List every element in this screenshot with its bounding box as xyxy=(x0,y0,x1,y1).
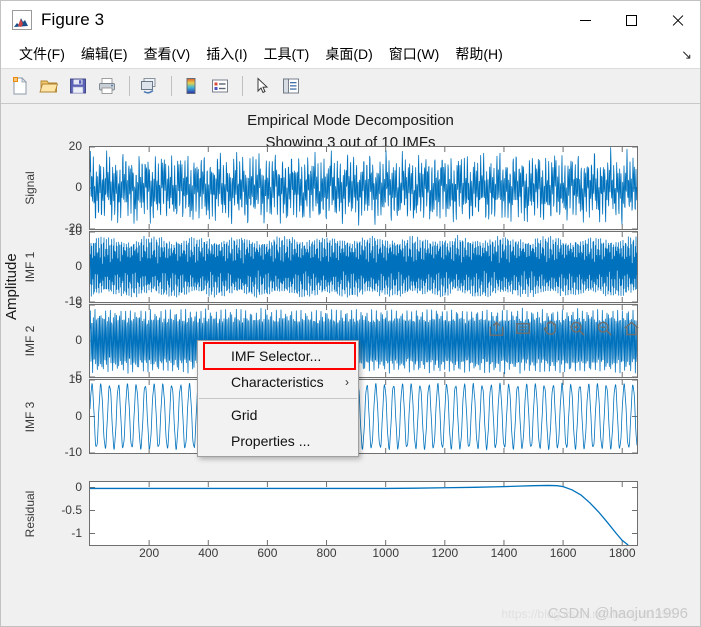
subplot-signal[interactable] xyxy=(89,146,638,230)
print-figure-icon[interactable] xyxy=(94,73,120,99)
menu-help[interactable]: 帮助(H) xyxy=(447,41,510,67)
data-line xyxy=(90,382,637,451)
data-line xyxy=(90,147,637,226)
open-file-icon[interactable] xyxy=(36,73,62,99)
xtick-label: 1000 xyxy=(372,546,400,560)
ylabel-imf-2: IMF 2 xyxy=(23,325,37,357)
pan-hand-icon[interactable] xyxy=(538,316,562,340)
ylabel-signal: Signal xyxy=(23,171,37,205)
xtick-label: 1200 xyxy=(431,546,459,560)
zoom-out-icon[interactable] xyxy=(592,316,616,340)
minimize-icon xyxy=(579,19,591,21)
ylabel-imf-1: IMF 1 xyxy=(23,251,37,283)
ctx-characteristics[interactable]: Characteristics › xyxy=(198,369,358,395)
axis-label-amplitude: Amplitude xyxy=(3,253,20,320)
xtick-label: 400 xyxy=(198,546,219,560)
ytick-label: 20 xyxy=(68,139,82,153)
title-bar: Figure 3 xyxy=(1,1,700,39)
data-line xyxy=(90,234,637,298)
ytick-label: -10 xyxy=(64,445,82,459)
context-menu-separator xyxy=(199,398,357,399)
minimize-button[interactable] xyxy=(562,1,608,39)
restore-home-icon[interactable] xyxy=(619,316,643,340)
subplot-residual[interactable] xyxy=(89,481,638,546)
xtick-label: 200 xyxy=(139,546,160,560)
ytick-label: 10 xyxy=(68,224,82,238)
menu-expander-icon[interactable]: ↘ xyxy=(681,47,692,63)
xtick-label: 800 xyxy=(316,546,337,560)
ctx-characteristics-label: Characteristics xyxy=(231,374,324,390)
toolbar-separator xyxy=(129,76,130,96)
link-plot-icon[interactable] xyxy=(136,73,162,99)
menu-file[interactable]: 文件(F) xyxy=(11,41,73,67)
new-figure-icon[interactable] xyxy=(7,73,33,99)
toolbar-separator xyxy=(242,76,243,96)
chevron-right-icon: › xyxy=(345,375,349,389)
ctx-properties[interactable]: Properties ... xyxy=(198,428,358,454)
ytick-label: -1 xyxy=(71,525,82,540)
subplot-imf-1[interactable] xyxy=(89,231,638,303)
export-icon[interactable] xyxy=(484,316,508,340)
plot-browser-icon[interactable] xyxy=(278,73,304,99)
ytick-label: 0 xyxy=(75,408,82,423)
maximize-button[interactable] xyxy=(608,1,654,39)
zoom-in-icon[interactable] xyxy=(565,316,589,340)
save-figure-icon[interactable] xyxy=(65,73,91,99)
ctx-grid[interactable]: Grid xyxy=(198,402,358,428)
matlab-figure-icon xyxy=(12,10,32,30)
data-line xyxy=(90,484,629,545)
ytick-label: 0 xyxy=(75,333,82,347)
axes-toolbar xyxy=(484,315,643,341)
ylabel-residual: Residual xyxy=(23,490,37,537)
close-icon xyxy=(671,14,684,27)
menu-window[interactable]: 窗口(W) xyxy=(381,41,448,67)
figure-window: Figure 3 文件(F) 编辑(E) 查看(V) 插入(I) 工具(T) 桌… xyxy=(0,0,701,627)
datatip-icon[interactable] xyxy=(511,316,535,340)
legend-icon[interactable] xyxy=(207,73,233,99)
menu-desktop[interactable]: 桌面(D) xyxy=(317,41,380,67)
edit-plot-pointer-icon[interactable] xyxy=(249,73,275,99)
ytick-label: 0 xyxy=(75,259,82,273)
ylabel-imf-3: IMF 3 xyxy=(23,401,37,432)
ytick-label: 5 xyxy=(75,297,82,311)
menu-bar: 文件(F) 编辑(E) 查看(V) 插入(I) 工具(T) 桌面(D) 窗口(W… xyxy=(1,39,700,68)
menu-tools[interactable]: 工具(T) xyxy=(255,41,317,67)
watermark: CSDN @haojun1996 xyxy=(547,605,688,622)
toolbar-separator xyxy=(171,76,172,96)
menu-edit[interactable]: 编辑(E) xyxy=(73,41,136,67)
ctx-properties-label: Properties ... xyxy=(231,433,311,449)
xtick-label: 1800 xyxy=(608,546,636,560)
ytick-label: -0.5 xyxy=(61,502,82,517)
subplot-imf-3[interactable] xyxy=(89,379,638,454)
ytick-label: 10 xyxy=(68,372,82,386)
window-title: Figure 3 xyxy=(41,10,105,29)
menu-insert[interactable]: 插入(I) xyxy=(198,41,255,67)
context-menu: IMF Selector... Characteristics › Grid P… xyxy=(197,340,359,457)
menu-view[interactable]: 查看(V) xyxy=(136,41,199,67)
window-controls xyxy=(562,1,700,39)
ctx-grid-label: Grid xyxy=(231,407,258,423)
maximize-icon xyxy=(625,14,637,26)
ctx-imf-selector[interactable]: IMF Selector... xyxy=(203,342,356,370)
ytick-label: 0 xyxy=(75,180,82,194)
xtick-label: 600 xyxy=(257,546,278,560)
ytick-label: 0 xyxy=(75,479,82,494)
figure-canvas[interactable]: Empirical Mode Decomposition Showing 3 o… xyxy=(1,104,700,626)
xtick-label: 1400 xyxy=(490,546,518,560)
figure-toolbar xyxy=(1,68,700,104)
chart-title: Empirical Mode Decomposition xyxy=(247,112,454,129)
colorbar-icon[interactable] xyxy=(178,73,204,99)
xtick-label: 1600 xyxy=(549,546,577,560)
ctx-imf-selector-label: IMF Selector... xyxy=(231,348,322,364)
close-button[interactable] xyxy=(654,1,700,39)
